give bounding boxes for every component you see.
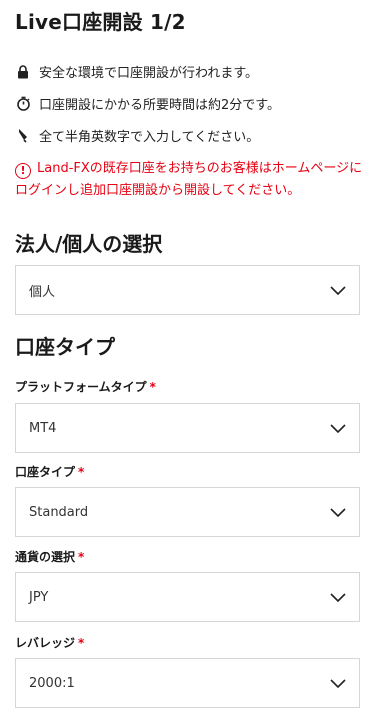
platform-type-label: プラットフォームタイプ * bbox=[15, 380, 156, 394]
leverage-value: 2000:1 bbox=[29, 675, 75, 691]
platform-type-select[interactable]: MT4 bbox=[15, 403, 360, 453]
chevron-down-icon bbox=[329, 591, 347, 603]
required-mark: * bbox=[149, 380, 156, 394]
warning-text: Land-FXの既存口座をお持ちのお客様はホームページにログインし追加口座開設か… bbox=[15, 161, 363, 198]
currency-label: 通貨の選択 * bbox=[15, 550, 85, 564]
chevron-down-icon bbox=[329, 506, 347, 518]
info-secure-text: 安全な環境で口座開設が行われます。 bbox=[39, 66, 259, 81]
currency-select[interactable]: JPY bbox=[15, 572, 360, 622]
existing-account-warning: ! Land-FXの既存口座をお持ちのお客様はホームページにログインし追加口座開設… bbox=[15, 158, 365, 202]
currency-value: JPY bbox=[29, 589, 49, 605]
account-type-value: Standard bbox=[29, 504, 89, 520]
leverage-select[interactable]: 2000:1 bbox=[15, 658, 360, 708]
info-halfwidth: 全て半角英数字で入力してください。 bbox=[15, 126, 259, 145]
stopwatch-icon bbox=[15, 96, 31, 112]
info-halfwidth-text: 全て半角英数字で入力してください。 bbox=[39, 130, 260, 145]
account-type-select[interactable]: Standard bbox=[15, 487, 360, 537]
required-mark: * bbox=[78, 636, 85, 650]
required-mark: * bbox=[78, 550, 85, 564]
entity-type-value: 個人 bbox=[29, 284, 56, 300]
entity-section-title: 法人/個人の選択 bbox=[15, 232, 163, 256]
alert-circle-icon: ! bbox=[15, 162, 31, 179]
account-type-label: 口座タイプ * bbox=[15, 465, 85, 479]
info-secure: 安全な環境で口座開設が行われます。 bbox=[15, 62, 258, 81]
page-title: Live口座開設 1/2 bbox=[15, 10, 186, 34]
chevron-down-icon bbox=[329, 677, 347, 689]
account-type-section-title: 口座タイプ bbox=[15, 335, 115, 359]
lock-icon bbox=[15, 64, 31, 80]
account-opening-page: Live口座開設 1/2 安全な環境で口座開設が行われます。 口座開設にかかる所… bbox=[0, 0, 375, 725]
leverage-label: レバレッジ * bbox=[15, 636, 85, 650]
entity-type-select[interactable]: 個人 bbox=[15, 265, 360, 315]
chevron-down-icon bbox=[329, 422, 347, 434]
required-mark: * bbox=[78, 465, 85, 479]
pen-icon bbox=[15, 128, 31, 144]
chevron-down-icon bbox=[329, 284, 347, 296]
info-duration-text: 口座開設にかかる所要時間は約2分です。 bbox=[39, 98, 280, 113]
platform-type-value: MT4 bbox=[29, 420, 57, 436]
info-duration: 口座開設にかかる所要時間は約2分です。 bbox=[15, 94, 280, 113]
